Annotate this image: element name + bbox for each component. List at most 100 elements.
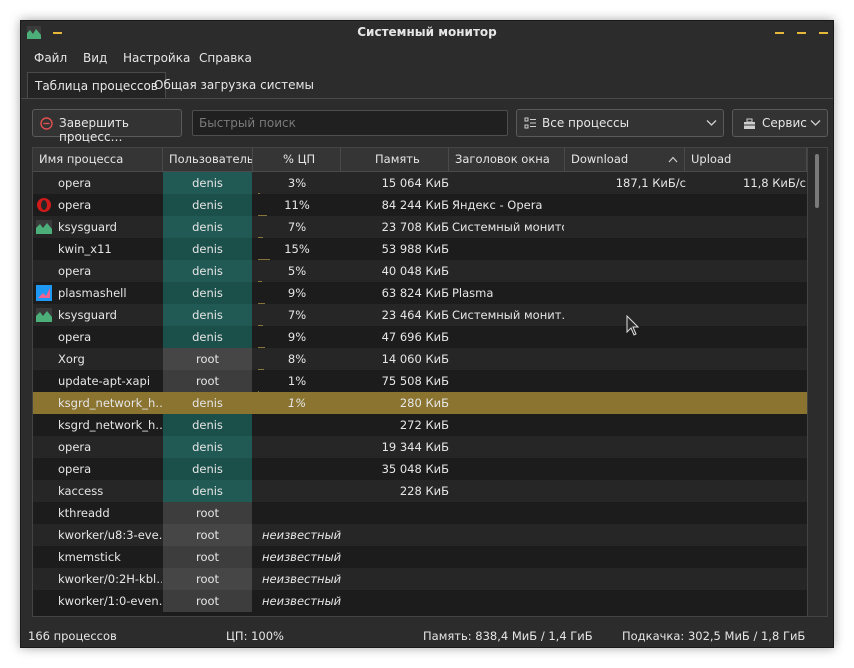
process-upload	[688, 392, 806, 414]
maximize-icon[interactable]	[797, 32, 806, 34]
table-row[interactable]: opera denis 9% 47 696 КиБ	[33, 326, 807, 348]
process-cpu: 9%	[287, 286, 307, 300]
process-memory: 84 244 КиБ	[381, 198, 449, 212]
process-name: opera	[58, 264, 92, 278]
process-memory: 40 048 КиБ	[381, 264, 449, 278]
table-row[interactable]: opera denis 19 344 КиБ	[33, 436, 807, 458]
quick-search-field[interactable]	[192, 110, 508, 136]
process-cpu: 7%	[287, 308, 307, 322]
process-upload	[688, 524, 806, 546]
process-user: root	[163, 524, 252, 546]
process-window-title	[452, 546, 564, 568]
process-memory: 35 048 КиБ	[381, 462, 449, 476]
quick-search-input[interactable]	[193, 111, 507, 135]
process-user: denis	[163, 260, 252, 282]
close-icon[interactable]	[819, 32, 828, 34]
process-user: root	[163, 348, 252, 370]
table-row[interactable]: kmemstick root неизвестный	[33, 546, 807, 568]
menu-file[interactable]: Файл	[34, 51, 67, 65]
column-header-user[interactable]: Пользователь	[163, 148, 253, 171]
process-cpu	[253, 458, 341, 480]
table-row[interactable]: kwin_x11 denis 15% 53 988 КиБ	[33, 238, 807, 260]
process-name: ksgrd_network_h…	[58, 418, 162, 432]
table-row[interactable]: kworker/0:2H-kbl… root неизвестный	[33, 568, 807, 590]
table-row[interactable]: ksgrd_network_h… denis 272 КиБ	[33, 414, 807, 436]
sort-ascending-icon	[668, 156, 678, 163]
kill-process-button[interactable]: Завершить процесс…	[32, 109, 182, 144]
process-window-title	[452, 392, 564, 414]
table-row[interactable]: opera denis 11% 84 244 КиБ Яндекс - Opera	[33, 194, 807, 216]
process-upload	[688, 502, 806, 524]
window-title: Системный монитор	[357, 25, 497, 39]
process-download: 187,1 КиБ/с	[615, 176, 686, 190]
process-memory	[341, 502, 449, 524]
tab-system-load[interactable]: Общая загрузка системы	[147, 72, 321, 98]
process-user: denis	[163, 458, 252, 480]
process-download	[565, 282, 686, 304]
process-cpu: 5%	[287, 264, 307, 278]
table-row[interactable]: kthreadd root	[33, 502, 807, 524]
table-row[interactable]: opera denis 35 048 КиБ	[33, 458, 807, 480]
process-download	[565, 260, 686, 282]
process-memory: 23 464 КиБ	[381, 308, 449, 322]
process-cpu	[253, 414, 341, 436]
column-header-window-title[interactable]: Заголовок окна	[449, 148, 565, 171]
process-window-title	[452, 348, 564, 370]
process-filter-dropdown[interactable]: Все процессы	[516, 109, 724, 137]
process-name: kwin_x11	[58, 242, 112, 256]
minimize-icon[interactable]	[775, 32, 784, 34]
process-name: update-apt-xapi	[58, 374, 151, 388]
column-header-download[interactable]: Download	[565, 148, 685, 171]
process-window-title	[452, 458, 564, 480]
process-window-title	[452, 568, 564, 590]
kill-process-label: Завершить процесс…	[59, 116, 129, 144]
table-row[interactable]: plasmashell denis 9% 63 824 КиБ Plasma	[33, 282, 807, 304]
column-header-upload[interactable]: Upload	[685, 148, 807, 171]
status-process-count: 166 процессов	[28, 629, 117, 643]
process-name: ksysguard	[58, 220, 117, 234]
ksysguard-icon	[36, 220, 52, 234]
process-upload: 11,8 КиБ/с	[743, 176, 806, 190]
vertical-scrollbar[interactable]	[807, 148, 827, 616]
chevron-down-icon	[810, 120, 821, 126]
column-header-memory[interactable]: Память	[341, 148, 449, 171]
column-header-cpu[interactable]: % ЦП	[253, 148, 341, 171]
table-row[interactable]: opera denis 5% 40 048 КиБ	[33, 260, 807, 282]
process-user: denis	[163, 480, 252, 502]
process-upload	[688, 216, 806, 238]
process-memory	[341, 524, 449, 546]
process-name: kworker/1:0-even…	[58, 594, 162, 608]
process-cpu: 1%	[287, 374, 307, 388]
tab-process-table[interactable]: Таблица процессов	[27, 72, 166, 98]
process-cpu: 9%	[287, 330, 307, 344]
table-row[interactable]: kaccess denis 228 КиБ	[33, 480, 807, 502]
table-row[interactable]: kworker/u8:3-eve… root неизвестный	[33, 524, 807, 546]
menu-view[interactable]: Вид	[83, 51, 107, 65]
process-window-title	[452, 326, 564, 348]
tools-menu-button[interactable]: Сервис	[732, 109, 828, 137]
process-window-title	[452, 524, 564, 546]
process-download	[565, 216, 686, 238]
table-row[interactable]: ksysguard denis 7% 23 464 КиБ Системный мони…	[33, 304, 807, 326]
process-memory: 63 824 КиБ	[381, 286, 449, 300]
process-name: kworker/0:2H-kbl…	[58, 572, 162, 586]
column-header-name[interactable]: Имя процесса	[33, 148, 163, 171]
process-window-title	[452, 480, 564, 502]
process-upload	[688, 304, 806, 326]
menu-help[interactable]: Справка	[199, 51, 252, 65]
process-user: root	[163, 502, 252, 524]
process-upload	[688, 414, 806, 436]
scrollbar-thumb[interactable]	[815, 154, 819, 208]
menu-settings[interactable]: Настройка	[123, 51, 190, 65]
table-row[interactable]: ksysguard denis 7% 23 708 КиБ Системный мони…	[33, 216, 807, 238]
process-download	[565, 502, 686, 524]
process-memory	[341, 568, 449, 590]
table-row[interactable]: kworker/1:0-even… root неизвестный	[33, 590, 807, 612]
process-memory: 15 064 КиБ	[381, 176, 449, 190]
process-user: root	[163, 568, 252, 590]
table-row[interactable]: ksgrd_network_h… denis 1% 280 КиБ	[33, 392, 807, 414]
table-row[interactable]: update-apt-xapi root 1% 75 508 КиБ	[33, 370, 807, 392]
title-bar[interactable]: Системный монитор	[21, 21, 833, 45]
table-row[interactable]: Xorg root 8% 14 060 КиБ	[33, 348, 807, 370]
table-row[interactable]: opera denis 3% 15 064 КиБ 187,1 КиБ/с 11,8 Ки…	[33, 172, 807, 194]
